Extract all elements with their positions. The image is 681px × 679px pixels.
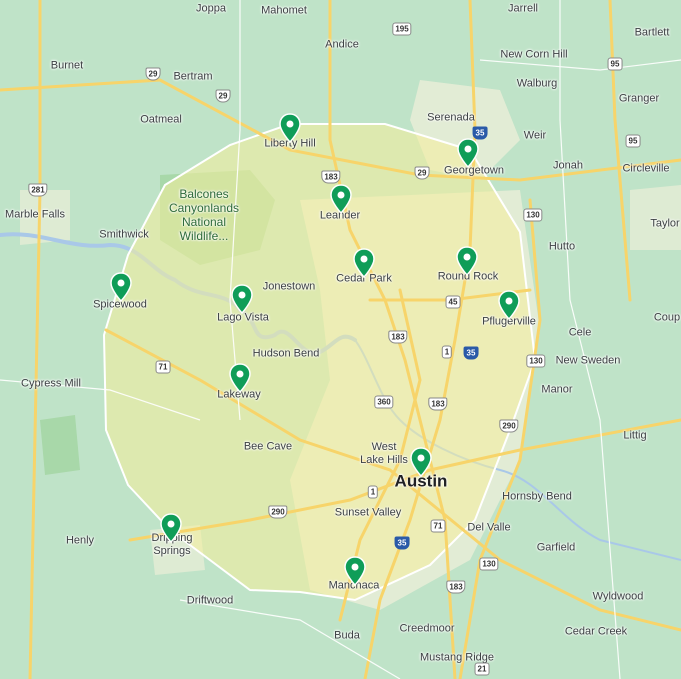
- route-shield-95: 95: [625, 134, 641, 148]
- route-shield-21: 21: [474, 662, 490, 676]
- route-shield-130: 130: [523, 208, 543, 222]
- place-label-jarrell: Jarrell: [508, 2, 538, 15]
- place-label-andice: Andice: [325, 38, 359, 51]
- route-shield-1: 1: [367, 485, 379, 499]
- map-marker-austin[interactable]: [410, 447, 432, 478]
- place-label-circleville: Circleville: [622, 162, 670, 175]
- place-label-cele: Cele: [568, 326, 592, 339]
- route-shield-29: 29: [145, 67, 161, 81]
- route-shield-35: 35: [394, 536, 410, 550]
- map-marker-spicewood[interactable]: [110, 272, 132, 303]
- place-label-del-valle: Del Valle: [467, 521, 511, 534]
- place-label-mahomet: Mahomet: [261, 4, 307, 17]
- place-label-henly: Henly: [65, 534, 95, 547]
- map-pin-icon: [330, 184, 352, 215]
- park-west: [40, 415, 80, 475]
- map-marker-dripping-springs[interactable]: [160, 513, 182, 544]
- place-label-sunset-valley: Sunset Valley: [334, 506, 402, 519]
- map-pin-icon: [410, 447, 432, 478]
- route-shield-290: 290: [268, 505, 288, 519]
- place-label-joppa: Joppa: [196, 2, 226, 15]
- place-label-littig: Littig: [623, 429, 647, 442]
- park-label-balcones: Balcones Canyonlands National Wildlife..…: [168, 187, 240, 243]
- place-label-manor: Manor: [541, 383, 573, 396]
- place-label-hudson-bend: Hudson Bend: [252, 347, 320, 360]
- map-canvas[interactable]: Joppa Mahomet Jarrell Bartlett Andice New Cor…: [0, 0, 681, 679]
- map-pin-icon: [279, 113, 301, 144]
- map-pin-icon: [456, 246, 478, 277]
- place-label-smithwick: Smithwick: [99, 228, 149, 241]
- map-marker-georgetown[interactable]: [457, 138, 479, 169]
- place-label-west-lake-hills: West Lake Hills: [360, 441, 408, 466]
- place-label-jonah: Jonah: [553, 159, 583, 172]
- map-pin-icon: [110, 272, 132, 303]
- road-95: [608, 0, 632, 302]
- road-281: [28, 0, 42, 679]
- map-pin-icon: [457, 138, 479, 169]
- map-marker-leander[interactable]: [330, 184, 352, 215]
- map-marker-manchaca[interactable]: [344, 556, 366, 587]
- map-marker-lakeway[interactable]: [229, 363, 251, 394]
- route-shield-130: 130: [479, 557, 499, 571]
- place-label-granger: Granger: [618, 92, 660, 105]
- route-shield-360: 360: [374, 395, 394, 409]
- route-shield-281: 281: [28, 183, 48, 197]
- place-label-bee-cave: Bee Cave: [243, 440, 293, 453]
- place-label-new-sweden: New Sweden: [555, 354, 621, 367]
- place-label-oatmeal: Oatmeal: [140, 113, 182, 126]
- map-pin-icon: [344, 556, 366, 587]
- place-label-serenada: Serenada: [427, 111, 475, 124]
- place-label-walburg: Walburg: [516, 77, 558, 90]
- map-pin-icon: [160, 513, 182, 544]
- place-label-hornsby-bend: Hornsby Bend: [502, 490, 572, 503]
- route-shield-95: 95: [607, 57, 623, 71]
- route-shield-29: 29: [215, 89, 231, 103]
- place-label-taylor: Taylor: [650, 217, 680, 230]
- place-label-jonestown: Jonestown: [262, 280, 316, 293]
- map-pin-icon: [498, 290, 520, 321]
- map-pin-icon: [231, 284, 253, 315]
- place-label-bartlett: Bartlett: [634, 26, 670, 39]
- route-shield-130: 130: [526, 354, 546, 368]
- route-shield-71: 71: [155, 360, 171, 374]
- place-label-burnet: Burnet: [50, 59, 84, 72]
- map-marker-round-rock[interactable]: [456, 246, 478, 277]
- place-label-weir: Weir: [523, 129, 547, 142]
- place-label-driftwood: Driftwood: [186, 594, 234, 607]
- route-shield-35: 35: [463, 346, 479, 360]
- map-marker-lago-vista[interactable]: [231, 284, 253, 315]
- map-base-layer: [0, 0, 681, 679]
- place-label-new-corn-hill: New Corn Hill: [500, 48, 568, 61]
- route-shield-183: 183: [321, 170, 341, 184]
- place-label-wyldwood: Wyldwood: [592, 590, 644, 603]
- place-label-creedmoor: Creedmoor: [399, 622, 455, 635]
- place-label-bertram: Bertram: [173, 70, 213, 83]
- map-pin-icon: [353, 248, 375, 279]
- route-shield-45: 45: [445, 295, 461, 309]
- route-shield-1: 1: [441, 345, 453, 359]
- route-shield-183: 183: [388, 330, 408, 344]
- place-label-coupland: Coup: [653, 311, 681, 324]
- map-marker-pflugerville[interactable]: [498, 290, 520, 321]
- route-shield-71: 71: [430, 519, 446, 533]
- map-marker-cedar-park[interactable]: [353, 248, 375, 279]
- route-shield-183: 183: [446, 580, 466, 594]
- route-shield-29: 29: [414, 166, 430, 180]
- map-pin-icon: [229, 363, 251, 394]
- place-label-garfield: Garfield: [536, 541, 576, 554]
- route-shield-183: 183: [428, 397, 448, 411]
- place-label-buda: Buda: [334, 629, 360, 642]
- route-shield-195: 195: [392, 22, 412, 36]
- place-label-cypress-mill: Cypress Mill: [21, 377, 81, 390]
- route-shield-290: 290: [499, 419, 519, 433]
- place-label-cedar-creek: Cedar Creek: [564, 625, 628, 638]
- place-label-hutto: Hutto: [548, 240, 576, 253]
- map-marker-liberty-hill[interactable]: [279, 113, 301, 144]
- place-label-marble-falls: Marble Falls: [5, 208, 65, 221]
